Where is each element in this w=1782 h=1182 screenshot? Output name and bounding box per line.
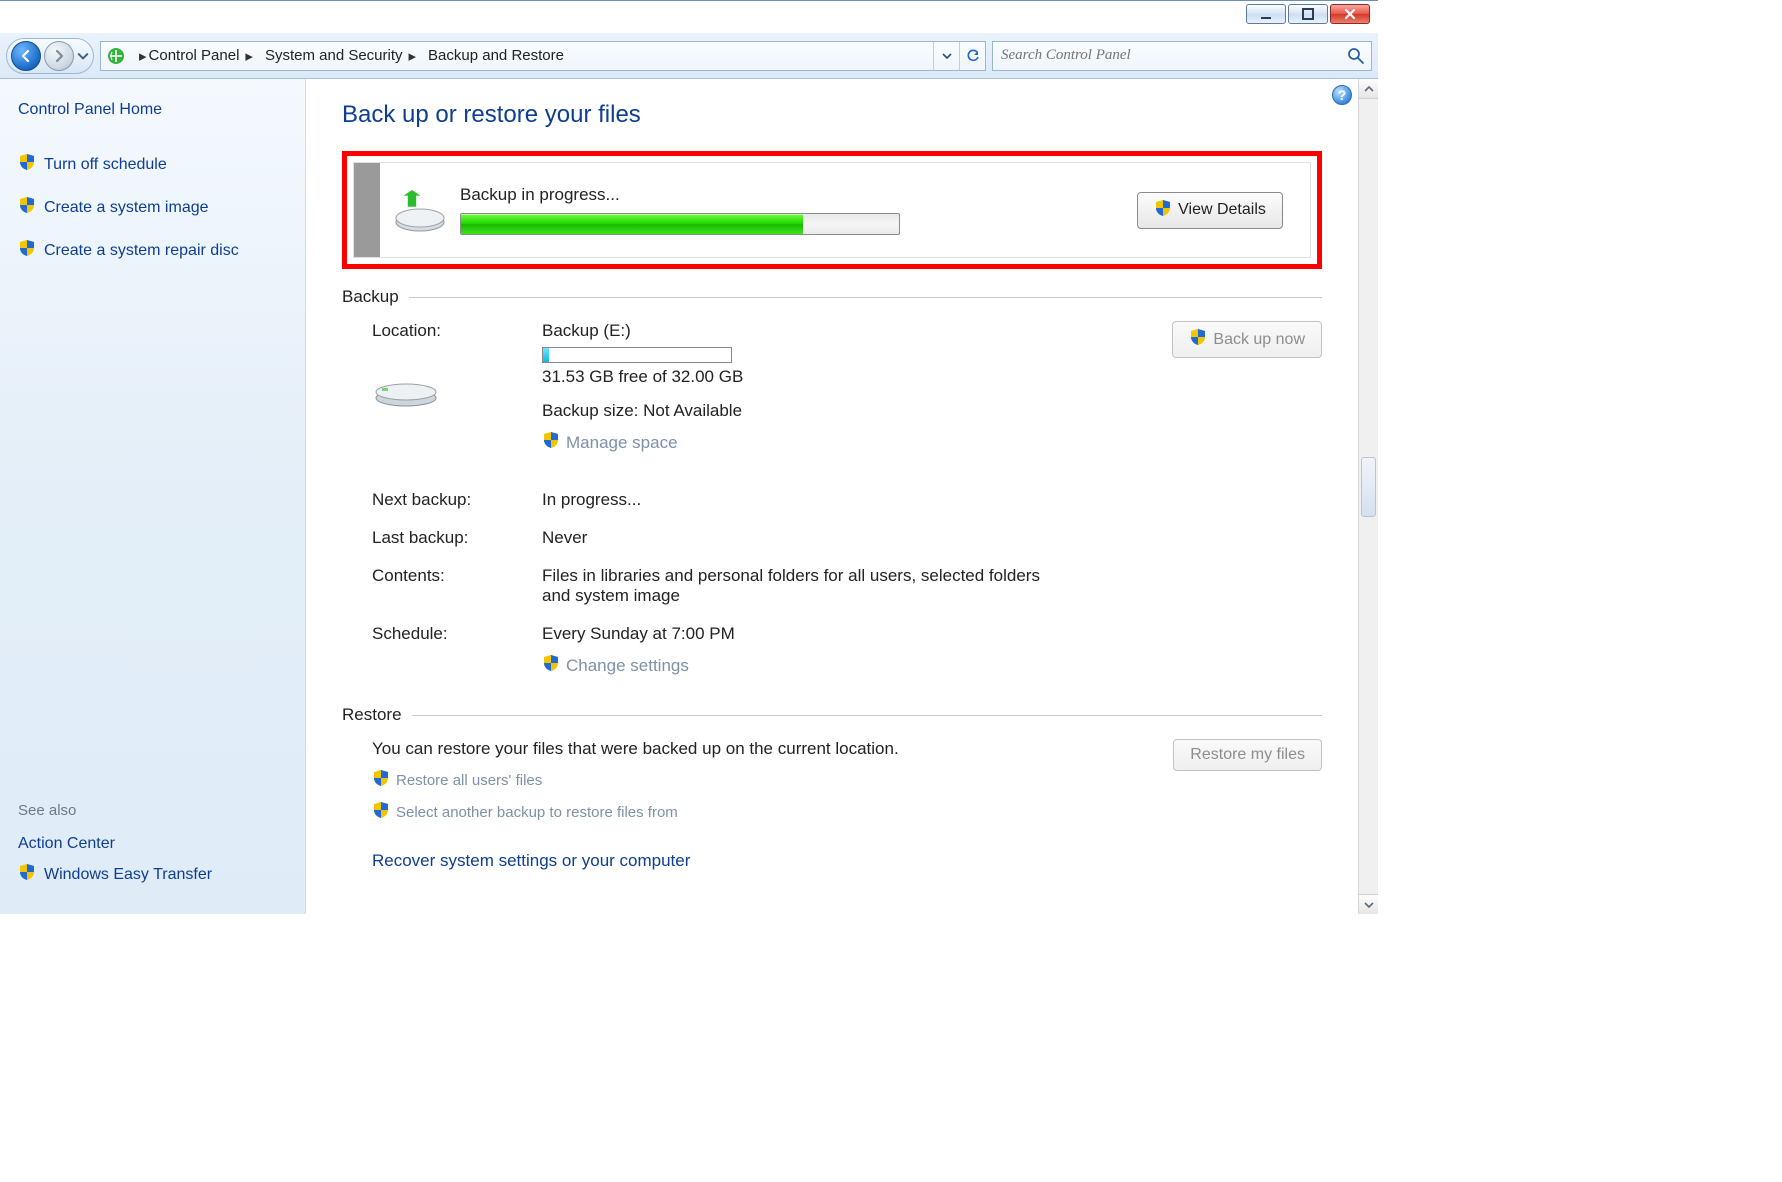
page-title: Back up or restore your files [342,101,1322,129]
scroll-up-arrow[interactable] [1359,79,1378,99]
last-backup-label: Last backup: [372,528,542,548]
window-controls [1246,4,1370,24]
card-handle [354,163,380,257]
back-button[interactable] [11,41,41,71]
change-settings-link[interactable]: Change settings [542,654,689,677]
breadcrumb-segment[interactable]: System and Security ▸ [261,45,420,67]
location-value: Backup (E:) [542,321,1062,341]
backup-progress-fill [461,214,803,234]
scroll-down-arrow[interactable] [1359,894,1378,914]
forward-button[interactable] [44,41,74,71]
chevron-right-icon: ▸ [409,47,417,65]
contents-label: Contents: [372,566,542,606]
backup-status-text: Backup in progress... [460,185,1110,205]
backup-progress-card: Backup in progress... View Details [353,162,1311,258]
content-area: Control Panel Home Turn off schedule Cre… [0,79,1358,914]
shield-icon [372,769,390,791]
sidebar-link-create-system-image[interactable]: Create a system image [18,196,287,219]
chevron-right-icon: ▸ [139,47,147,65]
sidebar-link-easy-transfer[interactable]: Windows Easy Transfer [18,863,287,886]
breadcrumb-segment[interactable]: Backup and Restore [424,45,568,66]
shield-icon [1154,199,1172,222]
explorer-toolbar: ▸ Control Panel ▸ System and Security ▸ … [0,33,1378,79]
schedule-value: Every Sunday at 7:00 PM [542,624,1062,644]
shield-icon [372,801,390,823]
scroll-track[interactable] [1359,99,1378,894]
address-dropdown[interactable] [933,42,959,70]
nav-buttons [6,38,94,74]
shield-icon [18,196,36,219]
recent-locations-dropdown[interactable] [77,50,89,62]
close-button[interactable] [1330,4,1370,24]
maximize-button[interactable] [1288,4,1328,24]
restore-intro-text: You can restore your files that were bac… [342,739,1102,759]
refresh-button[interactable] [959,42,985,70]
backup-section-header: Backup [342,287,1322,307]
shield-icon [18,153,36,176]
backup-info-grid: Location: Backup (E:) 31.53 GB free of 3… [342,321,1322,677]
minimize-button[interactable] [1246,4,1286,24]
location-block: Backup (E:) 31.53 GB free of 32.00 GB Ba… [542,321,1062,454]
view-details-button[interactable]: View Details [1137,192,1283,229]
vertical-scrollbar[interactable] [1358,79,1378,914]
next-backup-label: Next backup: [372,490,542,510]
address-bar[interactable]: ▸ Control Panel ▸ System and Security ▸ … [100,41,986,71]
select-another-backup-link[interactable]: Select another backup to restore files f… [372,801,1102,823]
sidebar: Control Panel Home Turn off schedule Cre… [0,79,306,914]
recover-system-link[interactable]: Recover system settings or your computer [342,851,1322,871]
backup-progress-highlight: Backup in progress... View Details [342,151,1322,269]
restore-section-header: Restore [342,705,1322,725]
next-backup-value: In progress... [542,490,1062,510]
backup-progress-bar [460,213,900,235]
control-panel-home-link[interactable]: Control Panel Home [18,101,287,119]
search-icon[interactable] [1347,47,1365,65]
drive-icon [372,362,542,472]
disk-usage-fill [543,348,549,362]
backup-drive-icon [380,186,460,234]
shield-icon [542,654,560,677]
scroll-thumb[interactable] [1361,457,1376,517]
shield-icon [18,863,36,886]
shield-icon [18,239,36,262]
help-icon[interactable]: ? [1332,85,1352,105]
search-box[interactable] [992,41,1372,71]
schedule-label: Schedule: [372,624,542,677]
disk-usage-bar [542,347,732,363]
last-backup-value: Never [542,528,1062,548]
see-also-heading: See also [18,802,287,819]
disk-free-text: 31.53 GB free of 32.00 GB [542,367,1062,387]
sidebar-link-turn-off-schedule[interactable]: Turn off schedule [18,153,287,176]
sidebar-link-create-repair-disc[interactable]: Create a system repair disc [18,239,287,262]
main-panel: ? Back up or restore your files Backup i… [306,79,1358,914]
manage-space-link[interactable]: Manage space [542,431,678,454]
contents-value: Files in libraries and personal folders … [542,566,1062,606]
breadcrumb-segment[interactable]: ▸ Control Panel ▸ [131,45,257,67]
shield-icon [1189,328,1207,351]
shield-icon [542,431,560,454]
restore-all-users-link[interactable]: Restore all users' files [372,769,1102,791]
backup-size-text: Backup size: Not Available [542,401,1062,421]
search-input[interactable] [999,46,1341,65]
back-up-now-button: Back up now [1172,321,1322,358]
sidebar-link-action-center[interactable]: Action Center [18,835,287,853]
location-icon [105,45,127,67]
chevron-right-icon: ▸ [245,47,253,65]
restore-my-files-button: Restore my files [1173,739,1322,771]
